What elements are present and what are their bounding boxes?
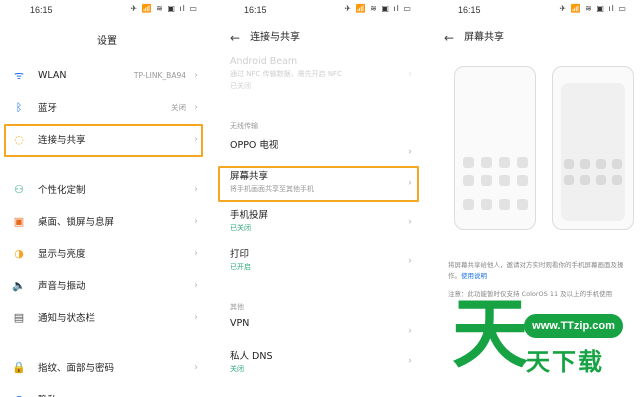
status-bar: 16:15 ✈ 📶 ≋ ▣ ıl ▭ bbox=[428, 4, 643, 18]
chevron-right-icon: › bbox=[194, 361, 198, 373]
display-icon: ◑ bbox=[14, 246, 24, 260]
watermark-url: www.TTzip.com bbox=[524, 314, 623, 338]
page-title: 屏幕共享 bbox=[464, 32, 505, 43]
settings-item-label: 蓝牙 bbox=[38, 103, 58, 114]
connection-item-label: 打印 bbox=[230, 249, 250, 260]
settings-panel: 16:15 ✈ 📶 ≋ ▣ ıl ▭ 设置 ᯤ WLAN TP-LINK_BA94 ›… bbox=[0, 0, 214, 397]
chevron-right-icon: › bbox=[194, 101, 198, 113]
app-grid bbox=[564, 159, 622, 185]
settings-item[interactable]: ᯤ WLAN TP-LINK_BA94 › bbox=[0, 64, 214, 86]
connection-item-label: 手机投屏 bbox=[230, 210, 269, 221]
desktop-icon: ▣ bbox=[13, 214, 25, 228]
status-icons: ✈ 📶 ≋ ▣ ıl ▭ bbox=[344, 4, 412, 13]
app-grid bbox=[463, 157, 528, 186]
chevron-right-icon: › bbox=[408, 355, 412, 367]
header: ← 屏幕共享 bbox=[444, 30, 504, 46]
back-arrow-icon[interactable]: ← bbox=[230, 30, 240, 46]
chevron-right-icon: › bbox=[194, 69, 198, 81]
notification-icon: ▤ bbox=[13, 310, 25, 324]
chevron-right-icon: › bbox=[194, 183, 198, 195]
status-bar: 16:15 ✈ 📶 ≋ ▣ ıl ▭ bbox=[214, 4, 428, 18]
help-link[interactable]: 使用说明 bbox=[461, 272, 487, 280]
connection-item[interactable]: 打印已开启 › bbox=[214, 246, 428, 276]
chevron-right-icon: › bbox=[408, 255, 412, 267]
settings-item-label: WLAN bbox=[38, 69, 67, 81]
status-time: 16:15 bbox=[244, 5, 267, 15]
settings-item-label: 通知与状态栏 bbox=[38, 313, 96, 324]
connection-item-label: VPN bbox=[230, 318, 250, 329]
connection-item-sub: 已关闭 bbox=[230, 224, 251, 232]
connection-item-label: 私人 DNS bbox=[230, 351, 273, 362]
chevron-right-icon: › bbox=[408, 325, 412, 337]
settings-item[interactable]: ▣ 桌面、锁屏与息屏 › bbox=[0, 210, 214, 232]
settings-item-label: 指纹、面部与密码 bbox=[38, 363, 115, 374]
personalize-icon: ⚇ bbox=[14, 182, 24, 196]
settings-item[interactable]: ◑ 显示与亮度 › bbox=[0, 242, 214, 264]
chevron-right-icon: › bbox=[194, 215, 198, 227]
settings-item[interactable]: ▤ 通知与状态栏 › bbox=[0, 306, 214, 328]
wifi-icon: ᯤ bbox=[13, 68, 25, 82]
chevron-right-icon: › bbox=[194, 311, 198, 323]
settings-item[interactable]: ◍ 隐私 › bbox=[0, 388, 214, 397]
status-time: 16:15 bbox=[458, 5, 481, 15]
section-header: 无线传输 bbox=[230, 122, 258, 130]
settings-item[interactable]: 🔒 指纹、面部与密码 › bbox=[0, 356, 214, 378]
connection-item[interactable]: 私人 DNS 关闭 › bbox=[214, 348, 428, 374]
page-title: 连接与共享 bbox=[250, 32, 301, 43]
settings-item-value: 关闭 bbox=[171, 102, 186, 112]
status-time: 16:15 bbox=[30, 5, 53, 15]
connection-item[interactable]: VPN › bbox=[214, 318, 428, 344]
page-title: 设置 bbox=[97, 36, 117, 47]
chevron-right-icon: › bbox=[408, 68, 412, 80]
highlight-screen-sharing bbox=[218, 166, 419, 202]
settings-item[interactable]: 🔈 声音与振动 › bbox=[0, 274, 214, 296]
chevron-right-icon: › bbox=[194, 279, 198, 291]
description: 将屏幕共享给他人，邀请对方实时观看你的手机屏幕画面及操作。使用说明 bbox=[448, 260, 629, 282]
settings-item-label: 显示与亮度 bbox=[38, 249, 86, 260]
chevron-right-icon: › bbox=[408, 216, 412, 228]
dock bbox=[463, 199, 528, 210]
settings-item-label: 声音与振动 bbox=[38, 281, 86, 292]
chevron-right-icon: › bbox=[194, 247, 198, 259]
sound-icon: 🔈 bbox=[12, 278, 26, 292]
bluetooth-icon: ᛒ bbox=[15, 100, 23, 114]
connection-item-sub: 已开启 bbox=[230, 263, 251, 271]
status-bar: 16:15 ✈ 📶 ≋ ▣ ıl ▭ bbox=[0, 4, 214, 18]
status-icons: ✈ 📶 ≋ ▣ ıl ▭ bbox=[559, 4, 627, 13]
connection-item-label: OPPO 电视 bbox=[230, 140, 279, 151]
privacy-icon: ◍ bbox=[12, 392, 26, 397]
watermark-logo: 天 bbox=[452, 289, 528, 378]
settings-item[interactable]: ⚇ 个性化定制 › bbox=[0, 178, 214, 200]
section-header: 其他 bbox=[230, 303, 244, 311]
android-beam-label: Android Beam bbox=[230, 56, 298, 67]
header: ← 连接与共享 bbox=[230, 30, 300, 46]
settings-item[interactable]: ᛒ 蓝牙 关闭 › bbox=[0, 96, 214, 118]
watermark-text: 天下载 bbox=[526, 348, 604, 376]
highlight-connection-sharing bbox=[4, 124, 203, 157]
back-arrow-icon[interactable]: ← bbox=[444, 30, 454, 46]
android-beam-row[interactable]: Android Beam 通过 NFC 传输数据，需先开启 NFC 已关闭 › bbox=[214, 56, 428, 92]
settings-item-value: TP-LINK_BA94 bbox=[133, 70, 186, 80]
android-beam-status: 已关闭 bbox=[230, 82, 251, 90]
shared-screen bbox=[561, 83, 625, 221]
phone-illustration-left bbox=[454, 66, 536, 230]
settings-item-label: 隐私 bbox=[38, 392, 186, 397]
chevron-right-icon: › bbox=[408, 146, 412, 158]
connection-item[interactable]: OPPO 电视 › bbox=[214, 137, 428, 167]
status-icons: ✈ 📶 ≋ ▣ ıl ▭ bbox=[130, 4, 198, 13]
android-beam-desc: 通过 NFC 传输数据，需先开启 NFC bbox=[230, 70, 342, 78]
connection-item[interactable]: 手机投屏已关闭 › bbox=[214, 207, 428, 237]
phone-illustration-right bbox=[552, 66, 634, 230]
fingerprint-icon: 🔒 bbox=[12, 360, 26, 374]
settings-item-label: 桌面、锁屏与息屏 bbox=[38, 217, 115, 228]
settings-item-label: 个性化定制 bbox=[38, 185, 86, 196]
chevron-right-icon: › bbox=[192, 394, 200, 397]
connection-item-sub: 关闭 bbox=[230, 365, 244, 373]
